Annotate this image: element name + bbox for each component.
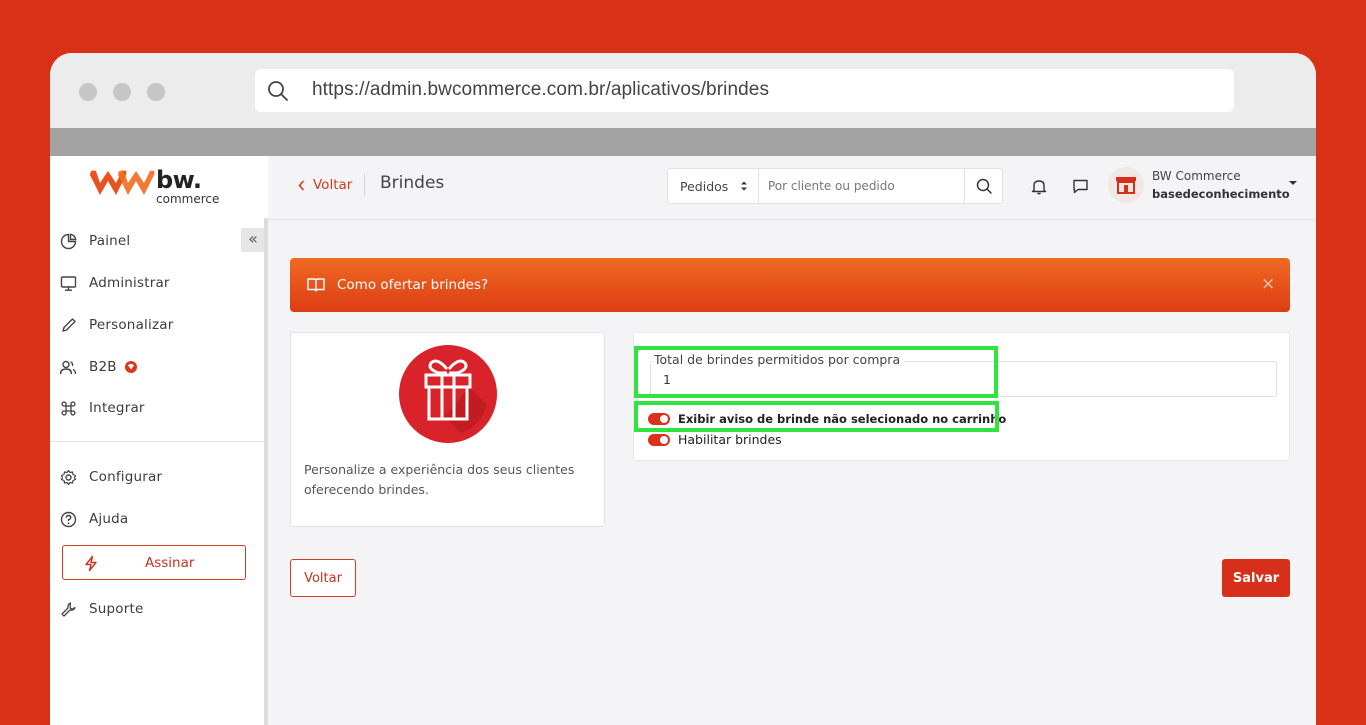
back-button[interactable]: Voltar (290, 559, 356, 597)
save-button[interactable]: Salvar (1222, 559, 1290, 597)
search-input[interactable] (759, 169, 964, 203)
gift-icon (399, 345, 497, 443)
sidebar-item-label: Integrar (89, 400, 145, 416)
users-icon (59, 358, 77, 376)
window-dot-minimize[interactable] (113, 83, 131, 101)
sidebar-divider (50, 441, 264, 442)
sidebar-scrollbar[interactable] (264, 218, 268, 725)
aviso-toggle-row[interactable]: Exibir aviso de brinde não selecionado n… (648, 412, 1006, 426)
wrench-icon (59, 600, 77, 618)
sidebar-item-administrar[interactable]: Administrar (59, 272, 170, 294)
select-arrows-icon (741, 181, 747, 191)
bell-icon[interactable] (1031, 178, 1047, 195)
lightning-icon (85, 555, 97, 572)
browser-window: https://admin.bwcommerce.com.br/aplicati… (50, 53, 1316, 725)
app-info-card: Personalize a experiência dos seus clien… (290, 332, 605, 527)
order-search: Pedidos (667, 168, 1003, 204)
sidebar-item-label: Suporte (89, 601, 144, 617)
window-dot-close[interactable] (79, 83, 97, 101)
gear-icon (59, 468, 77, 486)
search-button[interactable] (964, 169, 1002, 203)
habilitar-toggle-row[interactable]: Habilitar brindes (648, 432, 782, 447)
sidebar-item-label: Configurar (89, 469, 163, 485)
browser-toolbar-strip (50, 128, 1316, 156)
store-icon (1116, 177, 1136, 194)
profile-name[interactable]: BW Commerce (1152, 169, 1241, 183)
aviso-toggle-label: Exibir aviso de brinde não selecionado n… (678, 412, 1007, 426)
total-brindes-label: Total de brindes permitidos por compra (654, 352, 905, 367)
address-bar[interactable]: https://admin.bwcommerce.com.br/aplicati… (255, 69, 1234, 112)
banner-text: Como ofertar brindes? (337, 277, 489, 293)
pencil-icon (59, 316, 77, 334)
header-back-link[interactable]: Voltar (298, 177, 352, 193)
assinar-label: Assinar (145, 555, 195, 571)
sidebar-item-painel[interactable]: Painel (59, 230, 130, 252)
sidebar: bw. commerce « Painel Administrar Person (50, 156, 268, 725)
book-icon (307, 278, 325, 292)
command-icon (59, 399, 77, 417)
sidebar-item-suporte[interactable]: Suporte (59, 598, 144, 620)
sidebar-item-personalizar[interactable]: Personalizar (59, 314, 173, 336)
aviso-toggle[interactable] (648, 413, 670, 425)
habilitar-toggle[interactable] (648, 433, 670, 446)
sidebar-item-configurar[interactable]: Configurar (59, 466, 162, 488)
sidebar-item-label: B2B (89, 359, 117, 375)
chat-icon[interactable] (1072, 178, 1089, 195)
banner-close-button[interactable]: × (1261, 274, 1275, 294)
sidebar-collapse-button[interactable]: « (241, 228, 265, 252)
help-banner[interactable]: Como ofertar brindes? × (290, 258, 1290, 312)
app-description: Personalize a experiência dos seus clien… (304, 462, 575, 497)
sidebar-item-label: Ajuda (89, 511, 129, 527)
sidebar-item-b2b[interactable]: B2B (59, 356, 137, 378)
assinar-button[interactable]: Assinar (62, 545, 246, 580)
app: bw. commerce « Painel Administrar Person (50, 156, 1316, 725)
page-title: Brindes (380, 173, 445, 193)
monitor-icon (59, 274, 77, 292)
search-scope-select[interactable]: Pedidos (668, 169, 759, 203)
habilitar-toggle-label: Habilitar brindes (678, 432, 782, 447)
help-circle-icon (59, 510, 77, 528)
sidebar-item-integrar[interactable]: Integrar (59, 397, 145, 419)
brand-sub: commerce (156, 192, 220, 206)
chevron-left-icon (298, 179, 305, 191)
search-icon (268, 81, 288, 101)
premium-badge-icon (124, 361, 137, 373)
header-back-label: Voltar (313, 177, 353, 193)
caret-down-icon[interactable] (1288, 180, 1298, 186)
header-separator (364, 174, 365, 196)
topbar: Voltar Brindes Pedidos BW Commerce ba (268, 156, 1316, 220)
avatar[interactable] (1108, 167, 1144, 203)
sidebar-item-label: Personalizar (89, 317, 174, 333)
url-text[interactable]: https://admin.bwcommerce.com.br/aplicati… (312, 79, 769, 101)
sidebar-item-label: Administrar (89, 275, 170, 291)
settings-card: Total de brindes permitidos por compra E… (633, 332, 1290, 461)
browser-chrome: https://admin.bwcommerce.com.br/aplicati… (50, 53, 1316, 128)
window-dot-maximize[interactable] (147, 83, 165, 101)
sidebar-item-ajuda[interactable]: Ajuda (59, 508, 128, 530)
profile-store[interactable]: basedeconhecimento (1152, 187, 1290, 201)
sidebar-item-label: Painel (89, 233, 131, 249)
search-scope-value: Pedidos (680, 178, 729, 194)
search-icon (976, 178, 992, 194)
brand-name: bw. (156, 166, 202, 194)
pie-chart-icon (59, 232, 77, 250)
